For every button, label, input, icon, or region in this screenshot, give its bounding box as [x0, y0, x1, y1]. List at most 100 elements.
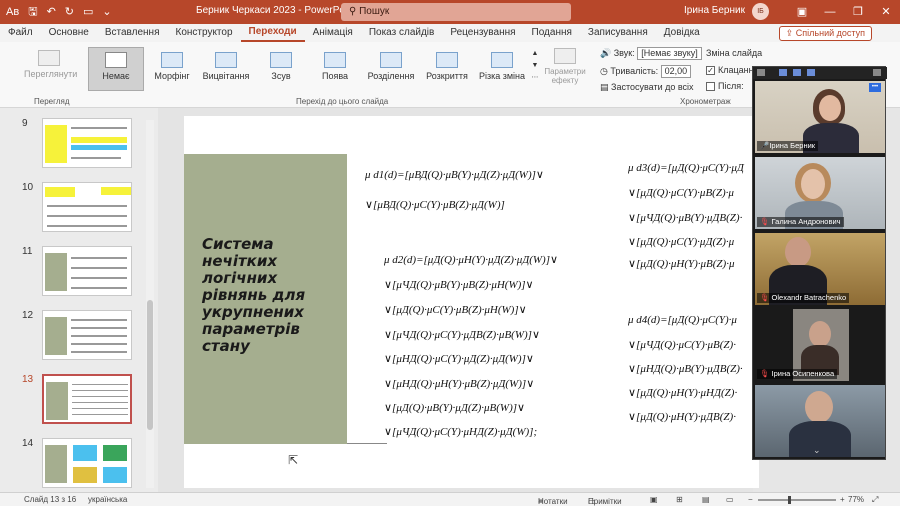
on-click-checkbox[interactable]: ✓ — [706, 66, 715, 76]
split-icon — [380, 52, 402, 68]
group-label-timing: Хронометраж — [680, 97, 731, 106]
tab-insert[interactable]: Вставлення — [97, 24, 168, 42]
tab-design[interactable]: Конструктор — [168, 24, 241, 42]
equation-d4-line2[interactable]: ∨[μЧД(Q)·μС(Y)·μВ(Z)· — [628, 338, 736, 351]
zoom-in-icon[interactable]: + — [840, 495, 845, 504]
close-icon[interactable]: ✕ — [872, 0, 900, 24]
equation-d2-line3[interactable]: ∨[μД(Q)·μС(Y)·μВ(Z)·μН(W)]∨ — [384, 303, 527, 316]
language-indicator[interactable]: українська — [88, 495, 127, 504]
tab-transitions[interactable]: Переходи — [240, 24, 305, 42]
slideshow-icon[interactable]: ▭ — [726, 495, 734, 504]
zoom-list-icon[interactable] — [807, 69, 815, 76]
equation-d1-line1[interactable]: μ d1(d)=[μВД(Q)·μВ(Y)·μД(Z)·μД(W)]∨ — [365, 168, 544, 181]
normal-view-icon[interactable]: ▣ — [650, 495, 658, 504]
equation-d4-line4[interactable]: ∨[μД(Q)·μН(Y)·μНД(Z)· — [628, 386, 737, 399]
tab-home[interactable]: Основне — [41, 24, 97, 42]
zoom-close-icon[interactable] — [873, 69, 881, 76]
zoom-grid-icon[interactable] — [793, 69, 801, 76]
equation-d3-line1[interactable]: μ d3(d)=[μД(Q)·μС(Y)·μД — [628, 162, 744, 174]
search-box[interactable]: ⚲ Пошук — [341, 3, 571, 21]
zoom-view-icon[interactable] — [779, 69, 787, 76]
equation-d2-line8[interactable]: ∨[μЧД(Q)·μС(Y)·μНД(Z)·μД(W)]; — [384, 425, 537, 438]
status-bar: Слайд 13 з 16 українська ≡ Нотатки ▭ При… — [0, 492, 900, 506]
thumbnails-scrollbar[interactable] — [146, 120, 154, 488]
muted-microphone-icon: 🎙 — [760, 369, 770, 378]
preview-button[interactable]: Переглянути — [24, 50, 77, 79]
transition-split[interactable]: Розділення — [364, 52, 418, 81]
zoom-slider-knob[interactable] — [788, 496, 791, 504]
share-button[interactable]: ⇪ Спільний доступ — [778, 26, 872, 41]
fit-slide-icon[interactable]: ⤢ — [872, 495, 878, 505]
undo-icon[interactable]: ↶ — [47, 0, 56, 24]
cut-icon — [491, 52, 513, 68]
tab-file[interactable]: Файл — [0, 24, 41, 42]
ribbon-options-icon[interactable]: ▣ — [788, 0, 816, 24]
clock-icon: ◷ — [600, 65, 611, 76]
equation-d2-line6[interactable]: ∨[μНД(Q)·μН(Y)·μВ(Z)·μД(W)]∨ — [384, 377, 534, 390]
transition-morph[interactable]: Морфінг — [148, 52, 196, 81]
participant-tile-3[interactable]: 🎙 Olexandr Batrachenko — [755, 233, 885, 305]
user-name[interactable]: Ірина Берник — [684, 5, 745, 16]
push-icon — [270, 52, 292, 68]
zoom-minimize-icon[interactable] — [757, 69, 765, 76]
scrollbar-thumb[interactable] — [147, 300, 153, 430]
equation-d3-line5[interactable]: ∨[μД(Q)·μН(Y)·μВ(Z)·μ — [628, 257, 735, 270]
transition-cut[interactable]: Різка зміна — [476, 52, 528, 81]
after-checkbox[interactable] — [706, 82, 715, 92]
save-icon[interactable]: 🖫 — [28, 0, 37, 24]
sound-icon: 🔊 — [600, 47, 614, 58]
redo-icon[interactable]: ↻ — [65, 0, 74, 24]
participant-tile-4[interactable]: 🎙 Ірина Осипенкова — [755, 309, 885, 381]
transition-fade[interactable]: Вицвітання — [200, 52, 252, 81]
zoom-level[interactable]: 77% — [848, 495, 864, 504]
transition-wipe-label: Поява — [321, 71, 349, 81]
equation-d3-line4[interactable]: ∨[μД(Q)·μС(Y)·μД(Z)·μ — [628, 235, 734, 248]
autosave-toggle[interactable]: Ав — [6, 0, 19, 24]
transition-none[interactable]: Немає — [92, 52, 140, 81]
zoom-out-icon[interactable]: − — [748, 495, 753, 504]
customize-icon[interactable]: ⌄ — [102, 0, 111, 24]
present-icon[interactable]: ▭ — [83, 0, 93, 24]
duration-input[interactable]: 02,00 — [660, 65, 692, 78]
more-options-icon[interactable]: ••• — [869, 83, 881, 92]
tab-record[interactable]: Записування — [580, 24, 656, 42]
minimize-icon[interactable]: — — [816, 0, 844, 24]
transition-push[interactable]: Зсув — [258, 52, 304, 81]
tab-slideshow[interactable]: Показ слайдів — [361, 24, 443, 42]
tab-view[interactable]: Подання — [524, 24, 580, 42]
transition-reveal[interactable]: Розкриття — [422, 52, 472, 81]
slide[interactable]: Система нечітких логічних рівнянь для ук… — [184, 116, 759, 488]
equation-d2-line7[interactable]: ∨[μД(Q)·μВ(Y)·μД(Z)·μВ(W)]∨ — [384, 401, 525, 414]
zoom-slider[interactable] — [758, 496, 836, 504]
transition-wipe[interactable]: Поява — [312, 52, 358, 81]
equation-d2-line2[interactable]: ∨[μЧД(Q)·μВ(Y)·μВ(Z)·μН(W)]∨ — [384, 278, 534, 291]
effect-options-button[interactable]: Параметри ефекту — [543, 48, 587, 85]
tab-help[interactable]: Довідка — [656, 24, 708, 42]
slide-sorter-icon[interactable]: ⊞ — [676, 495, 683, 504]
none-transition-icon — [105, 52, 127, 68]
equation-d1-line2[interactable]: ∨[μВД(Q)·μС(Y)·μВ(Z)·μД(W)] — [365, 198, 505, 211]
equation-d4-line3[interactable]: ∨[μНД(Q)·μВ(Y)·μДВ(Z)· — [628, 362, 743, 375]
participant-tile-1[interactable]: ••• 🎤Ірина Берник — [755, 81, 885, 153]
equation-d2-line5[interactable]: ∨[μНД(Q)·μС(Y)·μД(Z)·μД(W)]∨ — [384, 352, 534, 365]
quick-access-toolbar: Ав 🖫 ↶ ↻ ▭ ⌄ — [0, 0, 112, 24]
equation-d3-line3[interactable]: ∨[μЧД(Q)·μВ(Y)·μДВ(Z)· — [628, 211, 742, 224]
fade-icon — [215, 52, 237, 68]
equation-d3-line2[interactable]: ∨[μД(Q)·μС(Y)·μВ(Z)·μ — [628, 186, 734, 199]
equation-d4-line5[interactable]: ∨[μД(Q)·μН(Y)·μДВ(Z)· — [628, 410, 736, 423]
slide-underline — [347, 443, 387, 444]
participant-tile-2[interactable]: 🎙 Галина Андронович — [755, 157, 885, 229]
user-avatar[interactable]: ІБ — [752, 3, 769, 20]
tab-animations[interactable]: Анімація — [305, 24, 361, 42]
equation-d4-line1[interactable]: μ d4(d)=[μД(Q)·μС(Y)·μ — [628, 314, 737, 326]
gallery-scroll[interactable]: ▲ ▼ ⋯ — [530, 48, 540, 84]
chevron-down-icon[interactable]: ⌄ — [813, 445, 821, 456]
equation-d2-line4[interactable]: ∨[μЧД(Q)·μС(Y)·μДВ(Z)·μВ(W)]∨ — [384, 328, 540, 341]
tab-review[interactable]: Рецензування — [442, 24, 523, 42]
apply-all-button[interactable]: ▤ Застосувати до всіх — [600, 82, 694, 93]
reading-view-icon[interactable]: ▤ — [702, 495, 710, 504]
slide-title[interactable]: Система нечітких логічних рівнянь для ук… — [202, 236, 342, 355]
equation-d2-line1[interactable]: μ d2(d)=[μД(Q)·μН(Y)·μД(Z)·μД(W)]∨ — [384, 253, 558, 266]
sound-select[interactable]: [Немає звуку] — [637, 47, 702, 60]
restore-icon[interactable]: ❐ — [844, 0, 872, 24]
